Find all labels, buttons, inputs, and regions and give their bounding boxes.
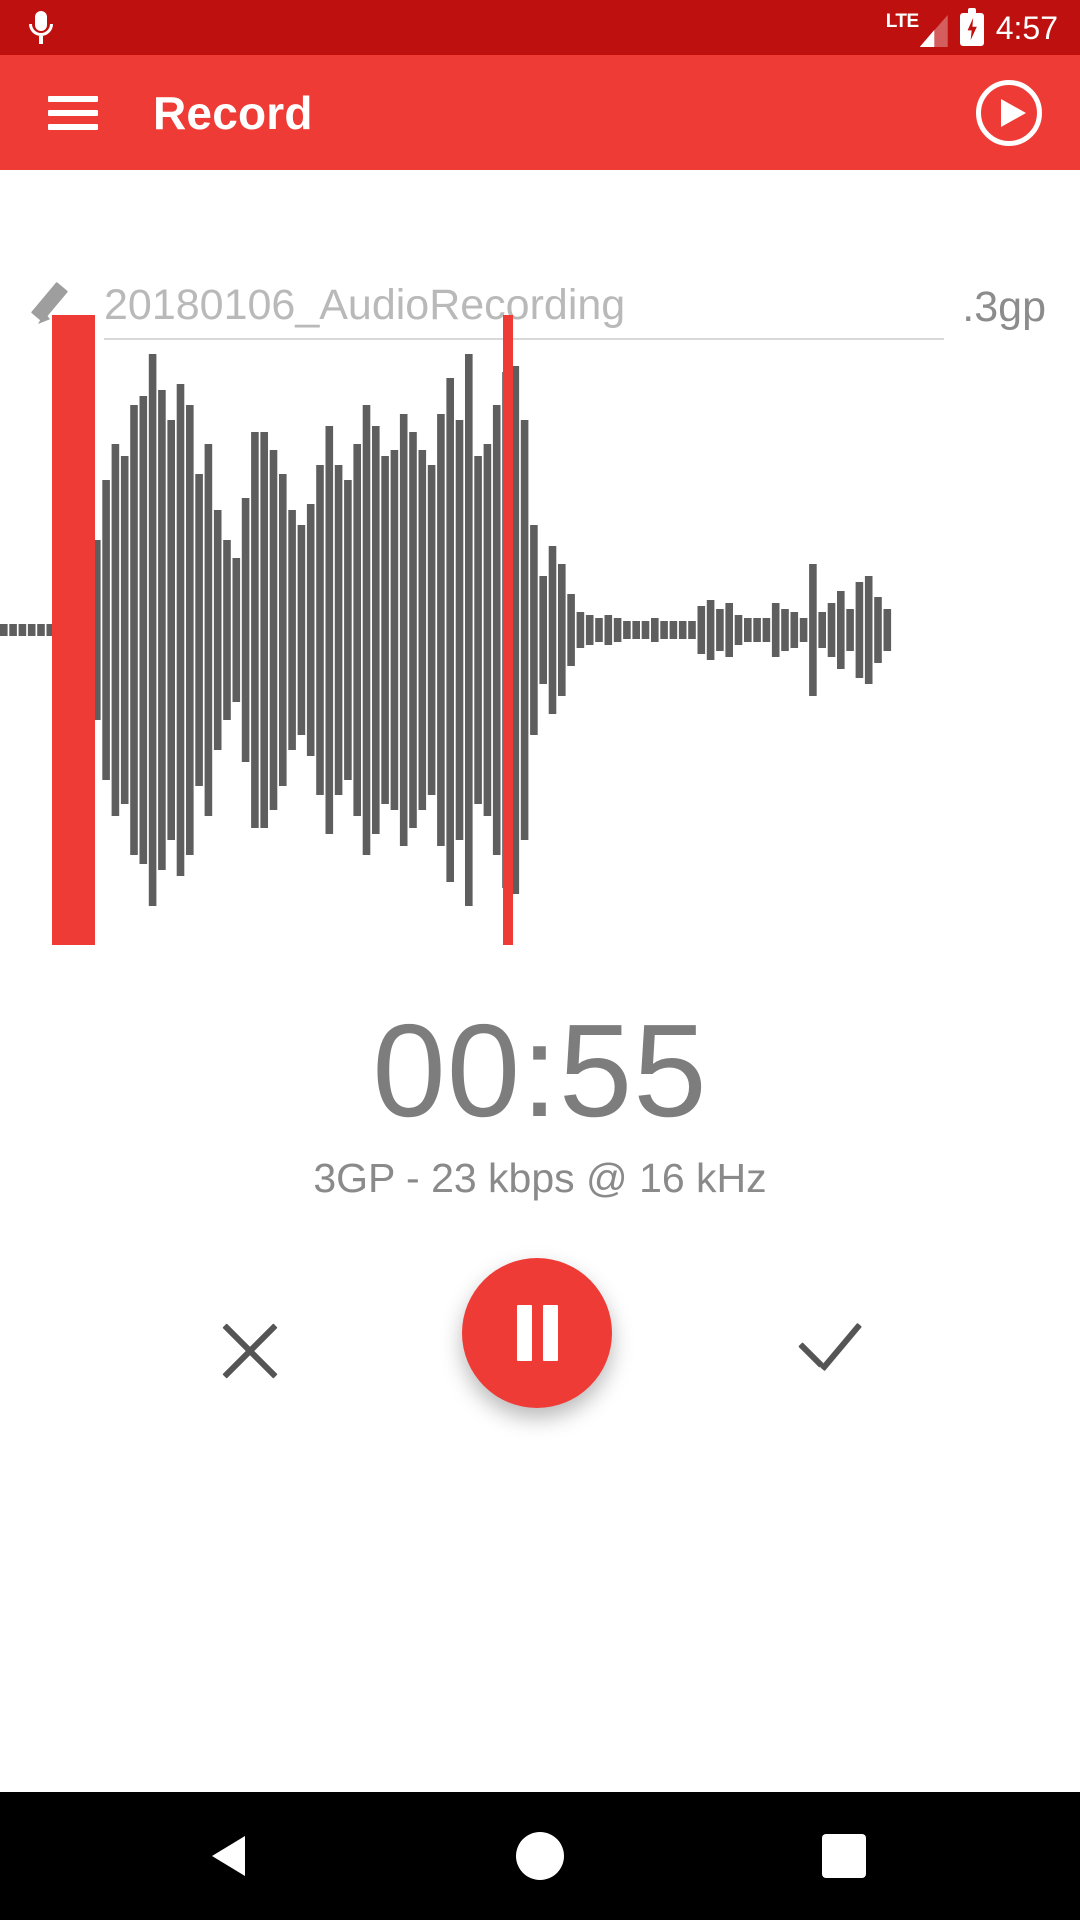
waveform-view[interactable] bbox=[0, 315, 1080, 945]
triangle-back-icon[interactable] bbox=[212, 1836, 245, 1876]
play-circle-icon[interactable] bbox=[976, 79, 1042, 146]
system-status-bar: LTE 4:57 bbox=[0, 0, 1080, 55]
pause-icon-left-bar bbox=[517, 1305, 532, 1361]
system-nav-bar bbox=[0, 1792, 1080, 1920]
app-bar: Record bbox=[0, 55, 1080, 170]
waveform-canvas bbox=[0, 339, 892, 921]
microphone-icon bbox=[26, 10, 56, 45]
network-label: LTE bbox=[885, 11, 919, 32]
pause-record-button[interactable] bbox=[462, 1258, 612, 1408]
app-screen: LTE 4:57 Record .3gp bbox=[0, 0, 1080, 1920]
elapsed-time: 00:55 bbox=[372, 997, 708, 1144]
format-info: 3GP - 23 kbps @ 16 kHz bbox=[313, 1155, 767, 1201]
selection-end-marker[interactable] bbox=[503, 315, 513, 945]
selection-start-marker[interactable] bbox=[52, 315, 95, 945]
signal-triangle-icon bbox=[919, 15, 948, 47]
cancel-button[interactable] bbox=[200, 1300, 300, 1400]
status-clock: 4:57 bbox=[995, 10, 1058, 46]
network-indicator: LTE bbox=[886, 12, 948, 47]
status-indicators: LTE 4:57 bbox=[886, 8, 1058, 47]
pause-icon-right-bar bbox=[543, 1305, 558, 1361]
record-controls bbox=[0, 1250, 1080, 1450]
accept-button[interactable] bbox=[780, 1300, 880, 1400]
page-title: Record bbox=[153, 86, 313, 139]
circle-home-icon[interactable] bbox=[516, 1832, 564, 1880]
record-panel: .3gp 00:55 3GP - 23 kbps @ 16 kHz bbox=[0, 170, 1080, 1792]
square-recents-icon[interactable] bbox=[822, 1834, 866, 1878]
hamburger-menu-icon[interactable] bbox=[42, 88, 104, 138]
battery-charging-icon bbox=[959, 8, 984, 46]
